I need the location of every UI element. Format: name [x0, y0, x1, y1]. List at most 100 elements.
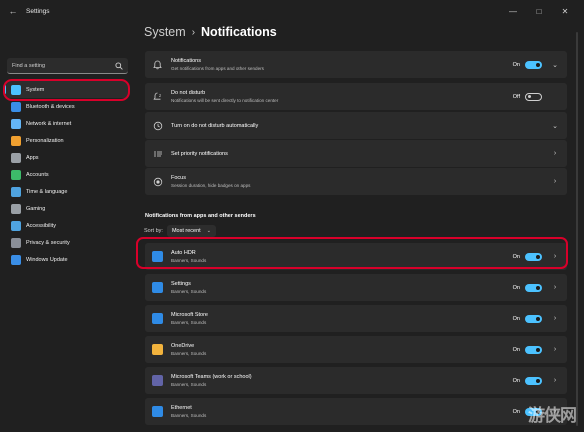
window-controls: — □ ✕: [500, 0, 578, 22]
setting-subtitle: Session duration, hide badges on apps: [171, 183, 251, 188]
person-icon: [11, 169, 21, 180]
app-text: Microsoft Teams (work or school) Banners,…: [171, 373, 513, 388]
toggle-switch[interactable]: [525, 345, 542, 354]
sidebar-item-label: Accessibility: [26, 222, 56, 229]
search-icon[interactable]: [113, 60, 125, 72]
chevron-right-icon[interactable]: ›: [550, 315, 560, 322]
shield-icon: [11, 237, 21, 248]
setting-card-notifications[interactable]: Notifications Get notifications from apps…: [145, 51, 567, 78]
sidebar: Find a setting System Bluetooth & devices…: [0, 22, 135, 432]
app-title: OneDrive: [171, 343, 195, 349]
bluetooth-icon: [11, 101, 21, 112]
app-subtitle: Banners, Sounds: [171, 289, 207, 294]
app-row-microsoft-store[interactable]: Microsoft Store Banners, Sounds On ›: [145, 305, 567, 332]
toggle-switch[interactable]: [525, 252, 542, 261]
clock-icon: [152, 120, 163, 131]
app-subtitle: Banners, Sounds: [171, 413, 207, 418]
app-subtitle: Banners, Sounds: [171, 320, 207, 325]
onedrive-icon: [152, 344, 163, 355]
setting-subtitle: Notifications will be sent directly to n…: [171, 98, 279, 103]
sort-label: Sort by:: [144, 228, 163, 234]
setting-text: Turn on do not disturb automatically: [171, 122, 550, 130]
wifi-icon: [11, 118, 21, 129]
back-arrow-icon[interactable]: ←: [4, 6, 22, 16]
sidebar-item-bluetooth-devices[interactable]: Bluetooth & devices: [4, 98, 128, 115]
sidebar-item-time-language[interactable]: Time & language: [4, 183, 128, 200]
chevron-right-icon[interactable]: ›: [550, 377, 560, 384]
sidebar-item-windows-update[interactable]: Windows Update: [4, 251, 128, 268]
breadcrumb-parent[interactable]: System: [144, 25, 186, 39]
app-row-microsoft-teams-work-or-school[interactable]: Microsoft Teams (work or school) Banners,…: [145, 367, 567, 394]
app-row-auto-hdr[interactable]: Auto HDR Banners, Sounds On ›: [145, 243, 567, 270]
chevron-right-icon[interactable]: ›: [550, 346, 560, 353]
app-subtitle: Banners, Sounds: [171, 351, 207, 356]
app-title: Settings: [26, 7, 50, 15]
watermark: 游侠网: [528, 406, 577, 426]
setting-card-focus[interactable]: Focus Session duration, hide badges on ap…: [145, 168, 567, 195]
toggle-switch[interactable]: [525, 314, 542, 323]
setting-card-do-not-disturb[interactable]: z Do not disturb Notifications will be sen…: [145, 83, 567, 110]
search-placeholder: Find a setting: [12, 62, 46, 69]
sidebar-nav: System Bluetooth & devices Network & inter…: [4, 81, 128, 268]
toggle-switch[interactable]: [525, 283, 542, 292]
accessibility-icon: [11, 220, 21, 231]
sidebar-item-apps[interactable]: Apps: [4, 149, 128, 166]
maximize-icon[interactable]: □: [526, 7, 552, 16]
system-icon: [11, 84, 21, 95]
app-title: Microsoft Teams (work or school): [171, 374, 252, 380]
sidebar-item-label: Network & internet: [26, 120, 72, 127]
toggle-state-label: On: [512, 346, 520, 353]
apps-icon: [11, 152, 21, 163]
brush-icon: [11, 135, 21, 146]
sidebar-item-label: Bluetooth & devices: [26, 103, 75, 110]
toggle-state-label: On: [512, 253, 520, 260]
app-title: Auto HDR: [171, 250, 196, 256]
toggle-switch[interactable]: [525, 60, 542, 69]
settings-app-icon: [152, 282, 163, 293]
sidebar-item-privacy-security[interactable]: Privacy & security: [4, 234, 128, 251]
sidebar-item-label: System: [26, 86, 45, 93]
sort-dropdown[interactable]: Most recent ⌄: [166, 225, 216, 237]
sidebar-item-network-internet[interactable]: Network & internet: [4, 115, 128, 132]
chevron-right-icon[interactable]: ›: [550, 253, 560, 260]
sidebar-item-accounts[interactable]: Accounts: [4, 166, 128, 183]
page-title: Notifications: [201, 25, 277, 39]
setting-card-set-priority-notifications[interactable]: Set priority notifications ›: [145, 140, 567, 167]
setting-title: Set priority notifications: [171, 150, 228, 157]
close-icon[interactable]: ✕: [552, 7, 578, 16]
toggle-switch[interactable]: [525, 92, 542, 101]
sidebar-item-label: Personalization: [26, 137, 64, 144]
breadcrumb: System › Notifications: [144, 25, 277, 39]
chevron-down-icon: ⌄: [206, 228, 211, 234]
setting-title: Focus: [171, 175, 186, 181]
breadcrumb-separator: ›: [191, 26, 196, 38]
app-row-onedrive[interactable]: OneDrive Banners, Sounds On ›: [145, 336, 567, 363]
app-row-settings[interactable]: Settings Banners, Sounds On ›: [145, 274, 567, 301]
sidebar-item-label: Apps: [26, 154, 39, 161]
app-subtitle: Banners, Sounds: [171, 258, 207, 263]
chevron-down-icon[interactable]: ⌄: [550, 122, 560, 130]
app-row-ethernet[interactable]: Ethernet Banners, Sounds On ›: [145, 398, 567, 425]
chevron-right-icon[interactable]: ›: [550, 178, 560, 185]
setting-card-turn-on-do-not-disturb-automatically[interactable]: Turn on do not disturb automatically ⌄: [145, 112, 567, 139]
do-not-disturb-icon: z: [152, 91, 163, 102]
sidebar-item-personalization[interactable]: Personalization: [4, 132, 128, 149]
sidebar-item-accessibility[interactable]: Accessibility: [4, 217, 128, 234]
toggle-state-label: On: [512, 377, 520, 384]
minimize-icon[interactable]: —: [500, 7, 526, 16]
sidebar-item-label: Accounts: [26, 171, 49, 178]
scrollbar[interactable]: [576, 32, 578, 426]
toggle-state-label: On: [512, 315, 520, 322]
setting-title: Notifications: [171, 58, 201, 64]
chevron-down-icon[interactable]: ⌄: [550, 61, 560, 69]
chevron-right-icon[interactable]: ›: [550, 150, 560, 157]
setting-text: Focus Session duration, hide badges on ap…: [171, 174, 550, 189]
search-input[interactable]: Find a setting: [7, 58, 128, 74]
toggle-switch[interactable]: [525, 376, 542, 385]
setting-text: Do not disturb Notifications will be sent…: [171, 89, 513, 104]
chevron-right-icon[interactable]: ›: [550, 284, 560, 291]
sidebar-item-gaming[interactable]: Gaming: [4, 200, 128, 217]
auto-hdr-icon: [152, 251, 163, 262]
ethernet-icon: [152, 406, 163, 417]
sidebar-item-system[interactable]: System: [4, 81, 128, 98]
